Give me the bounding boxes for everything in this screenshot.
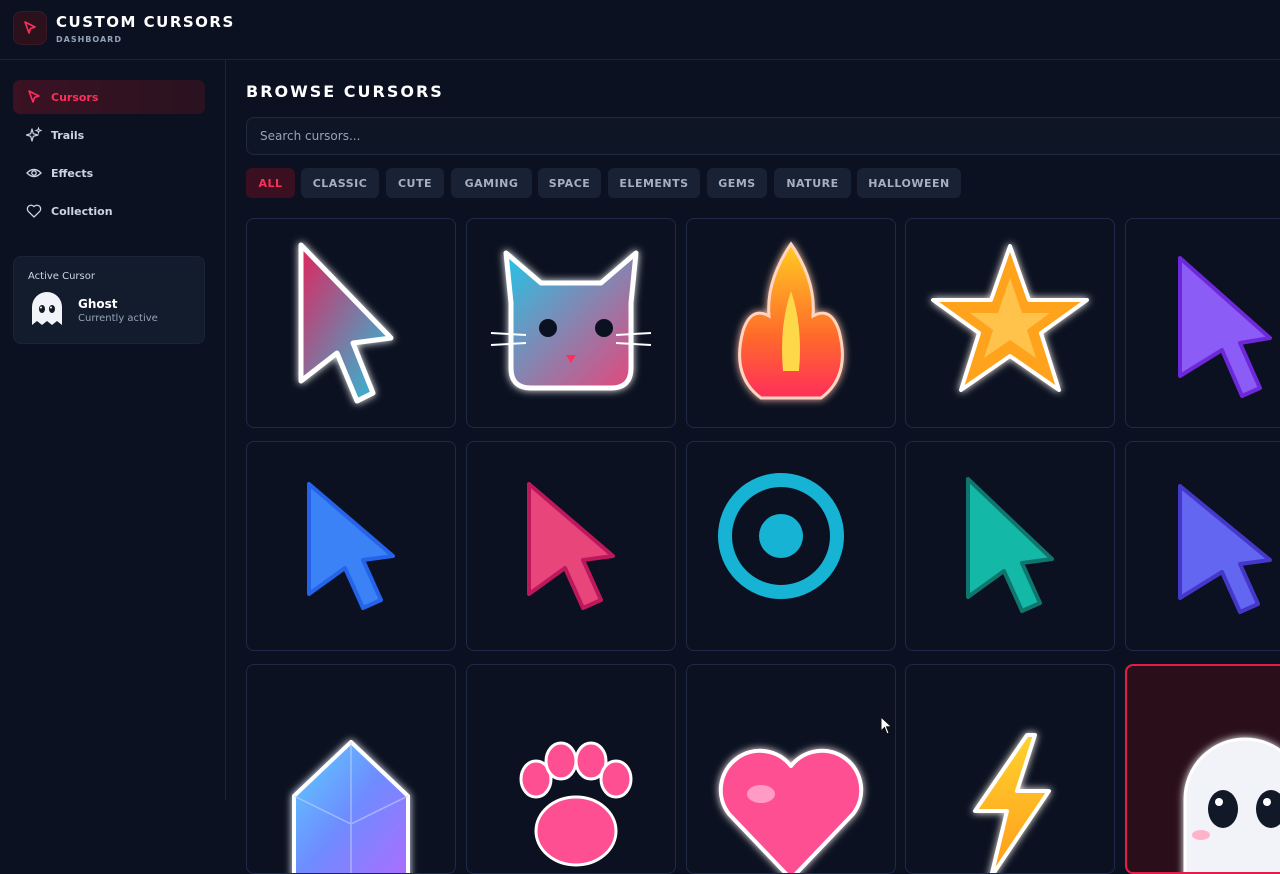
cursor-card-crystal-gem[interactable] (246, 664, 456, 874)
app-subtitle: DASHBOARD (56, 35, 122, 44)
active-cursor-label: Active Cursor (28, 271, 95, 282)
purple-arrow-icon (1178, 256, 1272, 398)
filter-chip-space[interactable]: SPACE (538, 168, 601, 198)
search-input[interactable] (246, 117, 1280, 155)
sidebar-item-effects[interactable]: Effects (13, 156, 205, 190)
sidebar-item-collection[interactable]: Collection (13, 194, 205, 228)
active-cursor-status: Currently active (78, 313, 158, 324)
gradient-arrow-cursor-icon (298, 242, 394, 404)
filter-chip-gaming[interactable]: GAMING (451, 168, 532, 198)
sidebar-item-label: Collection (51, 204, 113, 218)
heart-icon (26, 203, 42, 219)
sidebar-item-label: Effects (51, 166, 94, 180)
eye-icon (26, 165, 42, 181)
app-logo[interactable] (13, 11, 47, 45)
cursor-card-pink-arrow[interactable] (466, 441, 676, 651)
filter-chip-elements[interactable]: ELEMENTS (608, 168, 700, 198)
cursor-card-heart[interactable] (686, 664, 896, 874)
flame-icon (738, 240, 844, 399)
target-ring-icon (718, 473, 844, 599)
ghost-icon (30, 291, 64, 331)
sidebar-item-label: Cursors (51, 90, 99, 104)
heart-cursor-icon (718, 748, 864, 873)
filter-chip-nature[interactable]: NATURE (774, 168, 851, 198)
star-icon (931, 244, 1089, 392)
filter-chip-halloween[interactable]: HALLOWEEN (857, 168, 961, 198)
blue-arrow-icon (307, 482, 395, 610)
cursor-card-ghost[interactable] (1125, 664, 1280, 874)
filter-chip-all[interactable]: ALL (246, 168, 295, 198)
cursor-card-star[interactable] (905, 218, 1115, 428)
filter-chip-classic[interactable]: CLASSIC (301, 168, 379, 198)
mouse-pointer-icon (880, 716, 893, 735)
cat-face-icon (490, 250, 652, 391)
sidebar: Cursors Trails Effects Collection Active… (0, 60, 226, 800)
cursor-card-indigo-arrow[interactable] (1125, 441, 1280, 651)
cursor-card-cat-face[interactable] (466, 218, 676, 428)
cursor-card-gradient-arrow[interactable] (246, 218, 456, 428)
cursor-card-target-ring[interactable] (686, 441, 896, 651)
sidebar-item-trails[interactable]: Trails (13, 118, 205, 152)
page-title: BROWSE CURSORS (246, 82, 444, 101)
lightning-bolt-icon (973, 733, 1051, 873)
paw-print-icon (519, 741, 633, 867)
top-bar: CUSTOM CURSORS DASHBOARD (0, 0, 1280, 60)
cursor-card-blue-arrow[interactable] (246, 441, 456, 651)
cursor-card-teal-arrow[interactable] (905, 441, 1115, 651)
cursor-arrow-icon (24, 21, 36, 34)
cursor-card-lightning[interactable] (905, 664, 1115, 874)
app-title: CUSTOM CURSORS (56, 13, 235, 31)
active-cursor-card: Active Cursor Ghost Currently active (13, 256, 205, 344)
sparkles-icon (26, 127, 42, 143)
teal-arrow-icon (966, 477, 1054, 613)
filter-chip-gems[interactable]: GEMS (707, 168, 767, 198)
sidebar-item-label: Trails (51, 128, 85, 142)
active-cursor-name: Ghost (78, 297, 118, 311)
sidebar-item-cursors[interactable]: Cursors (13, 80, 205, 114)
pink-arrow-icon (527, 482, 615, 610)
crystal-gem-icon (292, 740, 410, 873)
filter-chip-cute[interactable]: CUTE (386, 168, 444, 198)
cursor-arrow-icon (26, 89, 42, 105)
ghost-cursor-icon (1183, 737, 1280, 872)
cursor-card-paw-print[interactable] (466, 664, 676, 874)
cursor-card-purple-arrow[interactable] (1125, 218, 1280, 428)
indigo-arrow-icon (1178, 484, 1272, 614)
cursor-card-flame[interactable] (686, 218, 896, 428)
